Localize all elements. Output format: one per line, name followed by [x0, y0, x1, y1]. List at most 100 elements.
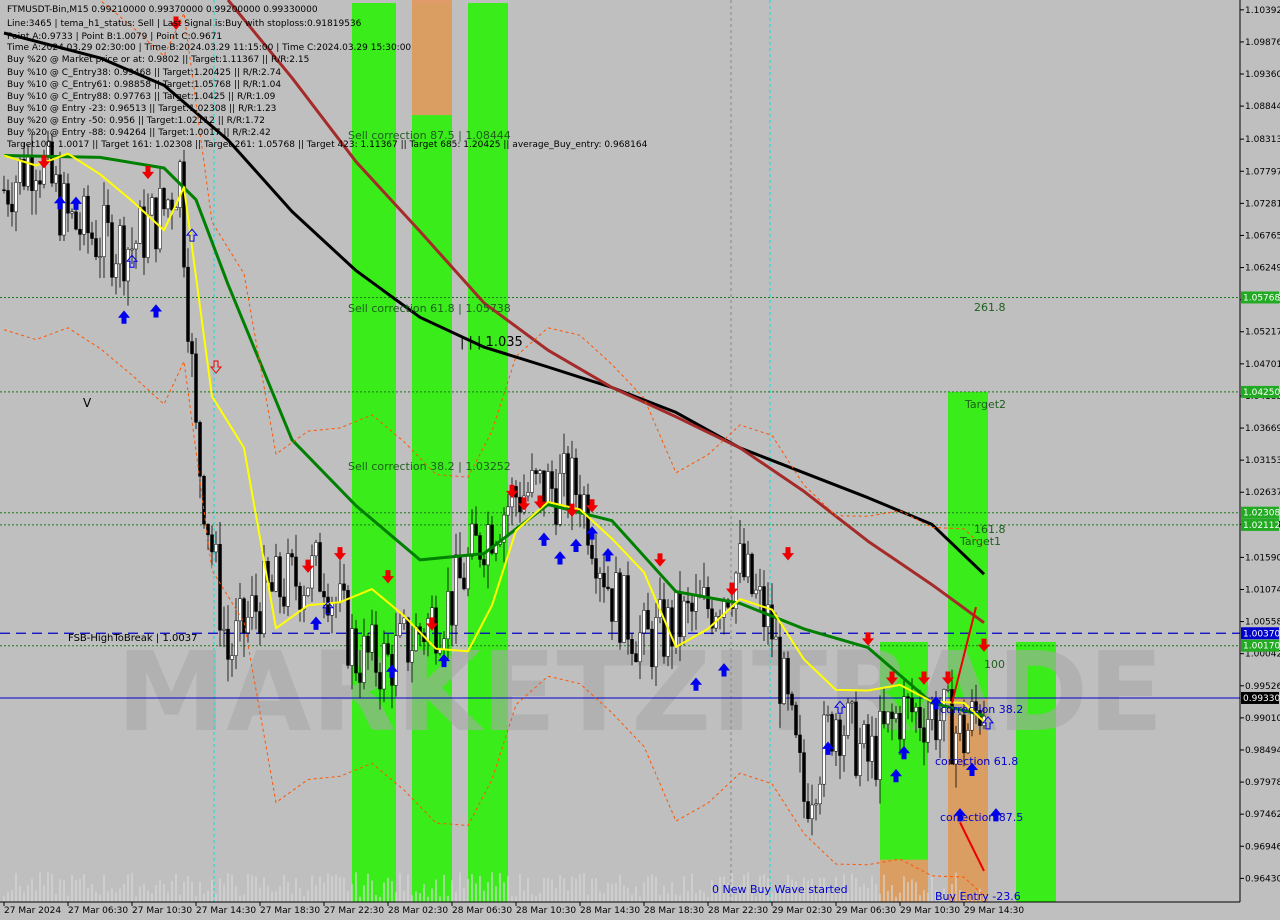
candle-body — [962, 714, 966, 754]
buy-arrow-icon — [69, 196, 83, 210]
candle-body — [54, 174, 58, 184]
candle-body — [446, 591, 450, 640]
v-mark: V — [83, 396, 92, 410]
candle-body — [138, 206, 142, 244]
candle-body — [350, 628, 354, 666]
candle-body — [14, 182, 18, 213]
x-tick-label: 29 Mar 06:30 — [836, 906, 896, 916]
candle-body — [598, 572, 602, 579]
info-line: Buy %10 @ C_Entry38: 0.99468 || Target:1… — [7, 68, 281, 78]
candle-body — [902, 696, 906, 740]
candle-body — [482, 559, 486, 566]
candle-body — [2, 189, 6, 191]
candle-body — [894, 713, 898, 720]
candle-body — [354, 628, 358, 674]
candle-body — [534, 470, 538, 474]
candle-body — [690, 602, 694, 612]
info-line: Target100: 1.0017 || Target 161: 1.02308… — [6, 140, 648, 150]
axes-layer: 1.10392 1.09876 1.09360 1.08844 1.08313 1.077… — [0, 0, 1280, 920]
info-line: Buy %10 @ Entry -23: 0.96513 || Target:1… — [7, 104, 276, 114]
y-tick-label: 0.97978 — [1245, 778, 1280, 788]
candle-body — [362, 635, 366, 683]
candle-body — [550, 471, 554, 489]
candle-body — [678, 591, 682, 637]
y-tick-label: 1.08313 — [1245, 135, 1280, 145]
candle-body — [966, 729, 970, 754]
candle-body — [190, 341, 194, 355]
target1-label: Target1 — [959, 535, 1001, 548]
candle-body — [214, 544, 218, 553]
x-tick-label: 27 Mar 22:30 — [324, 906, 384, 916]
candle-body — [946, 689, 950, 691]
y-tick-label: 0.99010 — [1245, 714, 1280, 724]
x-tick-label: 27 Mar 06:30 — [68, 906, 128, 916]
candle-body — [958, 714, 962, 734]
y-tick-label: 1.10392 — [1245, 6, 1280, 16]
buy-arrow-icon — [185, 228, 199, 242]
target2-label: Target2 — [964, 398, 1006, 411]
candle-body — [206, 523, 210, 536]
correction-38-2-label: correction 38.2 — [940, 703, 1023, 716]
candle-body — [322, 591, 326, 598]
new-buy-wave-label: 0 New Buy Wave started — [712, 883, 848, 896]
zone-orange — [412, 0, 452, 116]
candle-body — [6, 190, 10, 205]
candle-body — [882, 711, 886, 725]
x-tick-label: 27 Mar 18:30 — [260, 906, 320, 916]
x-tick-label: 28 Mar 14:30 — [580, 906, 640, 916]
x-tick-label: 28 Mar 06:30 — [452, 906, 512, 916]
info-line: Buy %10 @ C_Entry88: 0.97763 || Target:1… — [7, 92, 276, 102]
buy-arrow-icon — [553, 551, 567, 565]
candle-body — [686, 600, 690, 604]
candle-body — [410, 650, 414, 663]
y-tick-label: 1.05217 — [1245, 328, 1280, 338]
candle-body — [142, 206, 146, 258]
candle-body — [398, 623, 402, 637]
candle-body — [930, 702, 934, 720]
symbol-header: FTMUSDT-Bin,M15 0.99210000 0.99370000 0.… — [7, 5, 318, 15]
candle-body — [358, 672, 362, 683]
candle-body — [674, 591, 678, 647]
candle-body — [638, 632, 642, 663]
candle-body — [382, 643, 386, 690]
price-tag-label: 1.02308 — [1243, 509, 1280, 519]
candle-body — [654, 617, 658, 668]
candle-body — [386, 643, 390, 655]
candle-body — [250, 595, 254, 618]
candle-body — [838, 719, 842, 756]
candle-body — [74, 211, 78, 230]
candle-body — [342, 583, 346, 591]
candle-body — [614, 572, 618, 622]
candle-body — [910, 697, 914, 713]
candle-body — [254, 595, 258, 612]
candle-body — [82, 195, 86, 235]
candle-body — [818, 783, 822, 805]
candle-body — [926, 719, 930, 743]
candle-body — [34, 180, 38, 191]
candle-body — [66, 183, 70, 214]
level-1035-label: | | | 1.035 — [460, 335, 523, 350]
candle-body — [166, 199, 170, 210]
sell-arrow-icon — [141, 165, 155, 180]
y-tick-label: 1.06249 — [1245, 264, 1280, 274]
candle-body — [106, 205, 110, 223]
price-tag-label: 1.02112 — [1243, 521, 1280, 531]
candle-body — [530, 470, 534, 493]
price-chart[interactable]: MARKETZITRADE Sell correction 87.5 | 1.0… — [0, 0, 1280, 920]
candle-body — [590, 545, 594, 559]
candle-body — [454, 554, 458, 626]
candle-body — [538, 470, 542, 474]
price-tag-label: 1.04250 — [1243, 388, 1280, 398]
buy-arrow-icon — [537, 532, 551, 546]
candle-body — [326, 596, 330, 616]
candle-body — [574, 457, 578, 495]
candle-body — [366, 635, 370, 653]
candle-body — [406, 617, 410, 663]
candle-body — [834, 719, 838, 752]
candle-body — [30, 156, 34, 191]
candle-body — [694, 594, 698, 612]
sell-correction-38-2-label: Sell correction 38.2 | 1.03252 — [348, 460, 511, 473]
candle-body — [622, 575, 626, 643]
sell-arrow-icon — [653, 553, 667, 567]
y-tick-label: 0.99526 — [1245, 682, 1280, 692]
